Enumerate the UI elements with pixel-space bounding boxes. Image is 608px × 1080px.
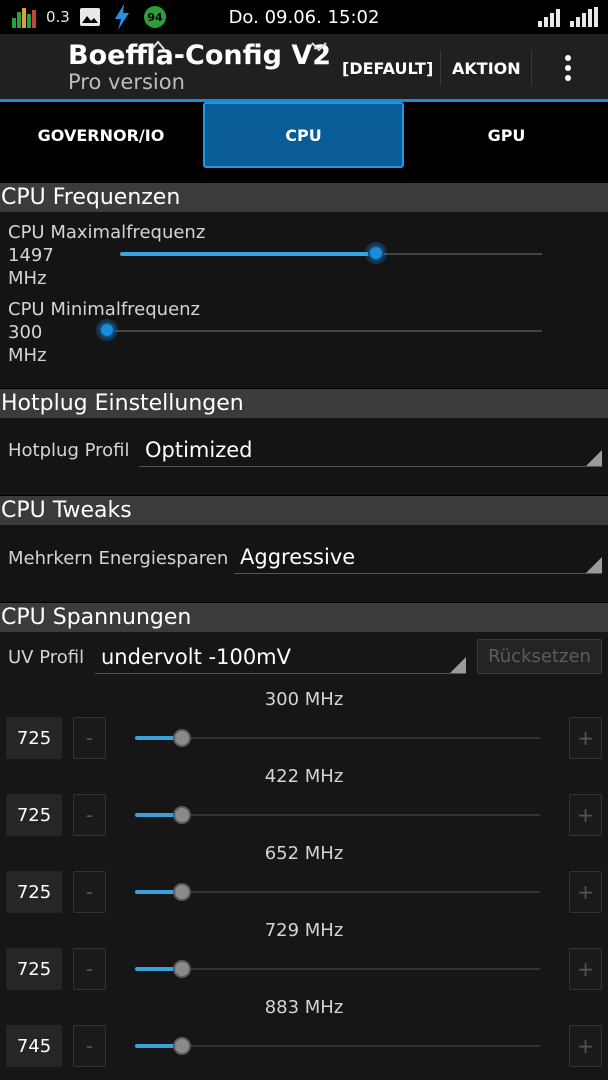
uv-slider-thumb[interactable] bbox=[173, 883, 191, 901]
min-freq-label: CPU Minimalfrequenz bbox=[8, 299, 201, 320]
uv-slider-thumb[interactable] bbox=[173, 729, 191, 747]
section-header-tweaks: CPU Tweaks bbox=[0, 496, 608, 525]
uv-minus-button[interactable]: - bbox=[73, 717, 106, 759]
uv-profile-spinner[interactable]: undervolt -100mV bbox=[95, 640, 466, 674]
uv-plus-button[interactable]: + bbox=[569, 794, 602, 836]
uv-profile-label: UV Profil bbox=[8, 647, 85, 668]
tab-governor-io[interactable]: GOVERNOR/IO bbox=[0, 102, 202, 168]
uv-slider-track[interactable] bbox=[135, 737, 540, 739]
uv-minus-button[interactable]: - bbox=[73, 948, 106, 990]
uv-slider-track[interactable] bbox=[135, 891, 540, 893]
uv-slider-thumb[interactable] bbox=[173, 1037, 191, 1055]
status-datetime: Do. 09.06. 15:02 bbox=[228, 6, 380, 28]
app-subtitle: Pro version bbox=[68, 70, 185, 94]
tab-bar: GOVERNOR/IO CPU GPU bbox=[0, 102, 608, 168]
uv-slider-thumb[interactable] bbox=[173, 960, 191, 978]
uv-freq-label: 652 MHz bbox=[264, 843, 344, 864]
uv-freq-label: 300 MHz bbox=[264, 689, 344, 710]
section-header-hotplug: Hotplug Einstellungen bbox=[0, 389, 608, 418]
dropdown-triangle-icon bbox=[586, 450, 602, 466]
status-bar: 0.3 94 Do. 09.06. 15:02 bbox=[0, 0, 608, 34]
tab-gpu[interactable]: GPU bbox=[405, 102, 608, 168]
hotplug-profile-spinner[interactable]: Optimized bbox=[139, 433, 602, 467]
uv-minus-button[interactable]: - bbox=[73, 871, 106, 913]
dropdown-triangle-icon bbox=[586, 557, 602, 573]
uv-freq-label: 883 MHz bbox=[264, 997, 344, 1018]
min-freq-unit: MHz bbox=[8, 345, 47, 366]
max-freq-slider-thumb[interactable] bbox=[368, 245, 384, 261]
uv-plus-button[interactable]: + bbox=[569, 948, 602, 990]
action-button[interactable]: AKTION bbox=[452, 46, 521, 90]
uv-slider-track[interactable] bbox=[135, 814, 540, 816]
hotplug-profile-label: Hotplug Profil bbox=[8, 440, 130, 461]
uv-value: 725 bbox=[6, 794, 62, 836]
uv-minus-button[interactable]: - bbox=[73, 1025, 106, 1067]
signal-icon bbox=[538, 0, 564, 34]
min-freq-slider-track[interactable] bbox=[106, 330, 542, 332]
action-bar-divider bbox=[440, 50, 441, 86]
dropdown-triangle-icon bbox=[450, 657, 466, 673]
max-freq-label: CPU Maximalfrequenz bbox=[8, 222, 206, 243]
uv-plus-button[interactable]: + bbox=[569, 1025, 602, 1067]
uv-value: 745 bbox=[6, 1025, 62, 1067]
multicore-power-label: Mehrkern Energiesparen bbox=[8, 548, 229, 569]
uv-slider-track[interactable] bbox=[135, 1045, 540, 1047]
uv-value: 725 bbox=[6, 717, 62, 759]
uv-slider-track[interactable] bbox=[135, 968, 540, 970]
min-freq-slider-thumb[interactable] bbox=[99, 322, 115, 338]
section-header-cpu-freq: CPU Frequenzen bbox=[0, 183, 608, 212]
uv-slider-thumb[interactable] bbox=[173, 806, 191, 824]
chevron-down-icon[interactable] bbox=[310, 38, 328, 57]
tab-cpu[interactable]: CPU bbox=[203, 102, 404, 168]
reset-button[interactable]: Rücksetzen bbox=[477, 639, 602, 674]
uv-minus-button[interactable]: - bbox=[73, 794, 106, 836]
uv-value: 725 bbox=[6, 948, 62, 990]
more-vert-icon[interactable] bbox=[559, 54, 577, 86]
uv-value: 725 bbox=[6, 871, 62, 913]
max-freq-unit: MHz bbox=[8, 268, 47, 289]
signal-2-icon bbox=[570, 0, 598, 34]
app-title[interactable]: Boeffla-Config V2 bbox=[68, 40, 331, 71]
section-header-voltages: CPU Spannungen bbox=[0, 603, 608, 632]
uv-plus-button[interactable]: + bbox=[569, 717, 602, 759]
multicore-power-spinner[interactable]: Aggressive bbox=[234, 540, 602, 574]
default-button[interactable]: [DEFAULT] bbox=[342, 46, 433, 90]
uv-freq-label: 729 MHz bbox=[264, 920, 344, 941]
uv-freq-label: 422 MHz bbox=[264, 766, 344, 787]
max-freq-value: 1497 bbox=[8, 245, 54, 266]
uv-plus-button[interactable]: + bbox=[569, 871, 602, 913]
action-bar-divider bbox=[531, 50, 532, 86]
max-freq-slider-fill bbox=[120, 252, 376, 256]
min-freq-value: 300 bbox=[8, 322, 43, 343]
chevron-up-icon[interactable] bbox=[150, 36, 166, 55]
